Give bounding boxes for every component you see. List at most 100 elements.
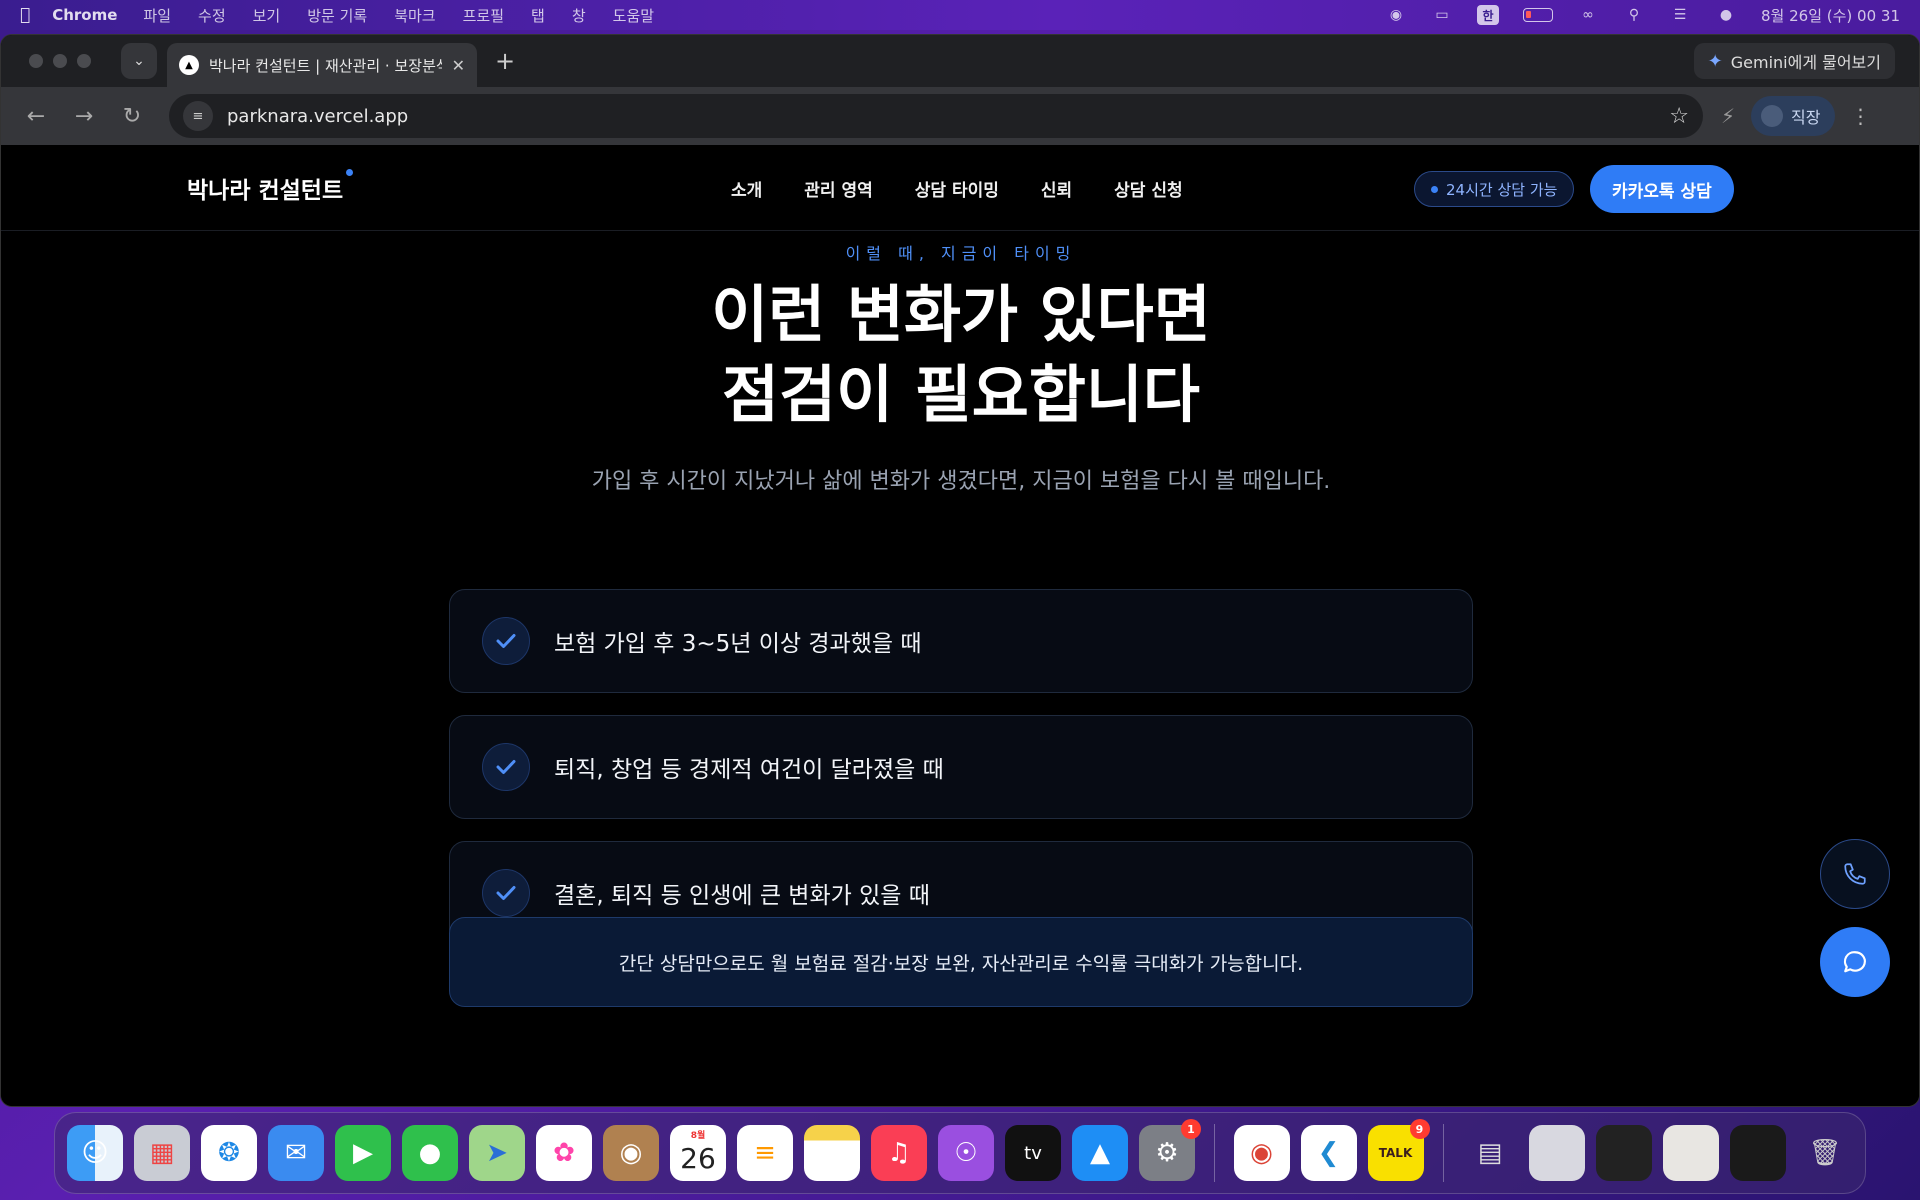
menu-help[interactable]: 도움말 bbox=[613, 5, 654, 26]
dock-separator bbox=[1214, 1124, 1215, 1182]
photos-icon[interactable]: ✿ bbox=[536, 1125, 592, 1181]
input-source-icon[interactable]: 한 bbox=[1477, 5, 1500, 25]
performance-icon[interactable]: ⚡ bbox=[1721, 104, 1735, 128]
safari-icon[interactable]: ❂ bbox=[201, 1125, 257, 1181]
app-store-icon[interactable]: ▲ bbox=[1072, 1125, 1128, 1181]
chat-bubble-icon bbox=[1843, 951, 1866, 973]
notes-icon[interactable] bbox=[804, 1125, 860, 1181]
kakaotalk-consult-button[interactable]: 카카오톡 상담 bbox=[1590, 165, 1734, 213]
check-icon bbox=[482, 743, 530, 791]
menu-view[interactable]: 보기 bbox=[253, 5, 281, 26]
new-tab-plus-icon[interactable]: + bbox=[495, 47, 515, 75]
trash-icon[interactable]: 🗑 bbox=[1797, 1125, 1853, 1181]
apple-tv-icon[interactable]: tv bbox=[1005, 1125, 1061, 1181]
control-center-icon[interactable]: ☰ bbox=[1669, 7, 1691, 23]
profile-label: 직장 bbox=[1791, 108, 1821, 127]
zoom-window-button[interactable] bbox=[77, 54, 91, 68]
close-tab-icon[interactable]: ✕ bbox=[452, 56, 465, 75]
spotlight-search-icon[interactable]: ⚲ bbox=[1623, 7, 1645, 23]
screen-mirroring-icon[interactable]: ▭ bbox=[1431, 7, 1453, 23]
menu-edit[interactable]: 수정 bbox=[198, 5, 226, 26]
section-headline: 이런 변화가 있다면 점검이 필요합니다 bbox=[1, 275, 1919, 435]
minimize-window-button[interactable] bbox=[53, 54, 67, 68]
phone-call-button[interactable] bbox=[1820, 839, 1890, 909]
menu-tab[interactable]: 탭 bbox=[531, 5, 545, 26]
window-thumbnail-1[interactable] bbox=[1529, 1125, 1585, 1181]
menu-bookmarks[interactable]: 북마크 bbox=[394, 5, 435, 26]
mail-icon[interactable]: ✉ bbox=[268, 1125, 324, 1181]
macos-dock: ☺ ▦ ❂ ✉ ▶ ● ➤ ✿ ◉ 8월 26 ≡ ♫ ☉ tv ▲ ⚙ 1 ◉… bbox=[54, 1112, 1866, 1194]
link-icon[interactable]: ∞ bbox=[1577, 7, 1599, 23]
gemini-label: Gemini에게 물어보기 bbox=[1730, 53, 1881, 72]
nav-consult-timing[interactable]: 상담 타이밍 bbox=[915, 176, 999, 201]
list-item-text: 퇴직, 창업 등 경제적 여건이 달라졌을 때 bbox=[554, 757, 944, 783]
tab-search-chevron-down-icon[interactable]: ⌄ bbox=[121, 43, 157, 79]
site-logo[interactable]: 박나라 컨설턴트 bbox=[187, 168, 354, 205]
siri-icon[interactable]: ● bbox=[1715, 7, 1737, 23]
browser-toolbar: ← → ↻ ≡ parknara.vercel.app ☆ ⚡ 직장 ⋮ bbox=[1, 87, 1919, 145]
site-info-tune-icon[interactable]: ≡ bbox=[183, 101, 213, 131]
vercel-favicon-icon: ▲ bbox=[179, 55, 199, 75]
web-page: 박나라 컨설턴트 소개 관리 영역 상담 타이밍 신뢰 상담 신청 24시간 상… bbox=[1, 145, 1919, 1106]
battery-icon[interactable] bbox=[1523, 8, 1554, 22]
nav-management-area[interactable]: 관리 영역 bbox=[804, 176, 872, 201]
menu-file[interactable]: 파일 bbox=[143, 5, 171, 26]
settings-badge: 1 bbox=[1181, 1119, 1201, 1139]
podcasts-icon[interactable]: ☉ bbox=[938, 1125, 994, 1181]
messages-icon[interactable]: ● bbox=[402, 1125, 458, 1181]
forward-arrow-icon[interactable]: → bbox=[69, 104, 99, 129]
chrome-window: ⌄ ▲ 박나라 컨설턴트 | 재산관리 · 보장분석 ✕ + ✦ Gemini에… bbox=[0, 34, 1920, 1107]
window-thumbnail-2[interactable] bbox=[1596, 1125, 1652, 1181]
kakaotalk-badge: 9 bbox=[1409, 1119, 1430, 1139]
gemini-sparkle-icon: ✦ bbox=[1707, 50, 1723, 72]
chrome-menu-kebab-icon[interactable]: ⋮ bbox=[1851, 104, 1871, 128]
messenger-status-icon[interactable]: ◉ bbox=[1385, 7, 1407, 23]
active-tab[interactable]: ▲ 박나라 컨설턴트 | 재산관리 · 보장분석 ✕ bbox=[167, 43, 477, 87]
list-item-text: 결혼, 퇴직 등 인생에 큰 변화가 있을 때 bbox=[554, 883, 930, 909]
music-icon[interactable]: ♫ bbox=[871, 1125, 927, 1181]
list-item-text: 보험 가입 후 3~5년 이상 경과했을 때 bbox=[554, 631, 922, 657]
close-window-button[interactable] bbox=[29, 54, 43, 68]
address-bar[interactable]: ≡ parknara.vercel.app ☆ bbox=[169, 94, 1703, 138]
back-arrow-icon[interactable]: ← bbox=[21, 104, 51, 129]
site-header: 박나라 컨설턴트 소개 관리 영역 상담 타이밍 신뢰 상담 신청 24시간 상… bbox=[1, 145, 1919, 231]
apple-menu-icon[interactable]:  bbox=[20, 5, 30, 25]
menu-app-name[interactable]: Chrome bbox=[52, 6, 117, 24]
facetime-icon[interactable]: ▶ bbox=[335, 1125, 391, 1181]
downloads-stack-icon[interactable]: ▤ bbox=[1462, 1125, 1518, 1181]
kakaotalk-icon[interactable]: TALK 9 bbox=[1367, 1119, 1430, 1181]
chat-button[interactable] bbox=[1820, 927, 1890, 997]
system-settings-icon[interactable]: ⚙ 1 bbox=[1139, 1119, 1201, 1181]
menu-profile[interactable]: 프로필 bbox=[463, 5, 504, 26]
vscode-icon[interactable]: ❮ bbox=[1300, 1125, 1357, 1181]
launchpad-icon[interactable]: ▦ bbox=[134, 1125, 190, 1181]
macos-menubar:  Chrome 파일 수정 보기 방문 기록 북마크 프로필 탭 창 도움말 … bbox=[0, 0, 1920, 30]
menu-history[interactable]: 방문 기록 bbox=[307, 5, 367, 26]
calendar-icon[interactable]: 8월 26 bbox=[670, 1125, 726, 1181]
section-kicker: 이럴 때, 지금이 타이밍 bbox=[845, 244, 1077, 263]
menubar-clock[interactable]: 8월 26일 (수) 00 31 bbox=[1761, 5, 1900, 26]
url-text[interactable]: parknara.vercel.app bbox=[227, 106, 1669, 127]
tab-strip: ⌄ ▲ 박나라 컨설턴트 | 재산관리 · 보장분석 ✕ + ✦ Gemini에… bbox=[1, 35, 1919, 87]
chrome-icon[interactable]: ◉ bbox=[1233, 1125, 1290, 1181]
window-controls bbox=[29, 54, 91, 68]
gemini-button[interactable]: ✦ Gemini에게 물어보기 bbox=[1693, 43, 1895, 79]
bookmark-star-icon[interactable]: ☆ bbox=[1669, 104, 1689, 129]
nav-intro[interactable]: 소개 bbox=[731, 176, 762, 201]
finder-icon[interactable]: ☺ bbox=[67, 1125, 123, 1181]
nav-consult-apply[interactable]: 상담 신청 bbox=[1114, 176, 1182, 201]
maps-icon[interactable]: ➤ bbox=[469, 1125, 525, 1181]
apple-tv-label: tv bbox=[1024, 1142, 1042, 1164]
profile-chip[interactable]: 직장 bbox=[1751, 96, 1835, 136]
profile-avatar bbox=[1761, 105, 1784, 127]
contacts-icon[interactable]: ◉ bbox=[603, 1125, 659, 1181]
tab-title: 박나라 컨설턴트 | 재산관리 · 보장분석 bbox=[209, 56, 442, 75]
window-thumbnail-4[interactable] bbox=[1730, 1125, 1786, 1181]
window-thumbnail-3[interactable] bbox=[1663, 1125, 1719, 1181]
nav-trust[interactable]: 신뢰 bbox=[1041, 176, 1072, 201]
reminders-icon[interactable]: ≡ bbox=[737, 1125, 793, 1181]
section-subtitle: 가입 후 시간이 지났거나 삶에 변화가 생겼다면, 지금이 보험을 다시 볼 … bbox=[591, 469, 1331, 494]
menu-window[interactable]: 창 bbox=[572, 5, 586, 26]
reload-icon[interactable]: ↻ bbox=[117, 104, 147, 129]
toolbar-right: ⚡ 직장 ⋮ bbox=[1721, 96, 1871, 136]
